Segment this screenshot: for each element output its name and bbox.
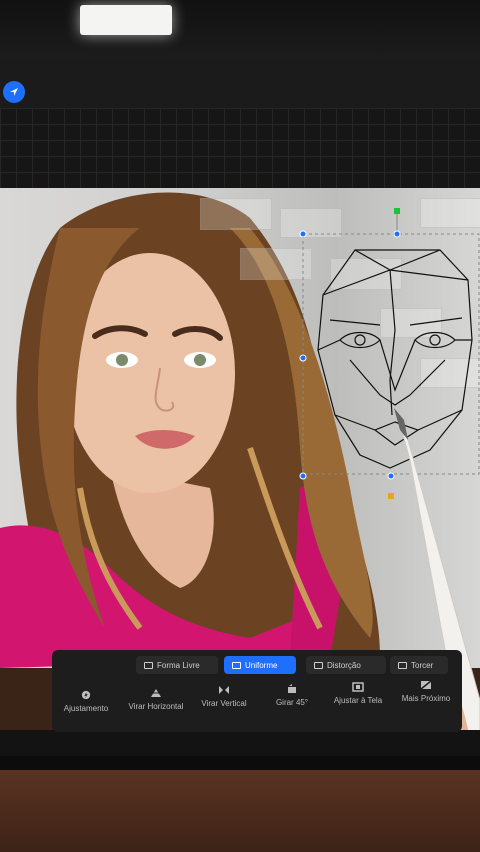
- uniform-icon: [232, 661, 241, 669]
- freeform-icon: [144, 661, 153, 669]
- interpolation-icon: [420, 680, 432, 690]
- distort-icon: [314, 661, 323, 669]
- flip-horizontal-icon: [150, 689, 162, 697]
- device-bezel: [0, 0, 480, 60]
- fit-to-screen-icon: [352, 682, 364, 692]
- warp-icon: [398, 661, 407, 669]
- rotate-icon: [288, 684, 296, 693]
- app-toolbar: [0, 60, 480, 108]
- canvas-background: [0, 108, 480, 188]
- flip-vertical-icon: [219, 686, 229, 694]
- mode-warp[interactable]: Torcer: [390, 656, 448, 674]
- mode-uniform[interactable]: Uniforme: [224, 656, 296, 674]
- action-snapping[interactable]: Ajustamento: [46, 690, 126, 713]
- action-nearest-neighbor[interactable]: Mais Próximo: [386, 680, 466, 703]
- table-surface: [0, 770, 480, 852]
- light-reflection: [80, 5, 172, 35]
- transform-arrow-icon[interactable]: [3, 81, 25, 103]
- mode-distort[interactable]: Distorção: [306, 656, 386, 674]
- magnet-icon: [81, 690, 91, 700]
- mode-freeform[interactable]: Forma Livre: [136, 656, 218, 674]
